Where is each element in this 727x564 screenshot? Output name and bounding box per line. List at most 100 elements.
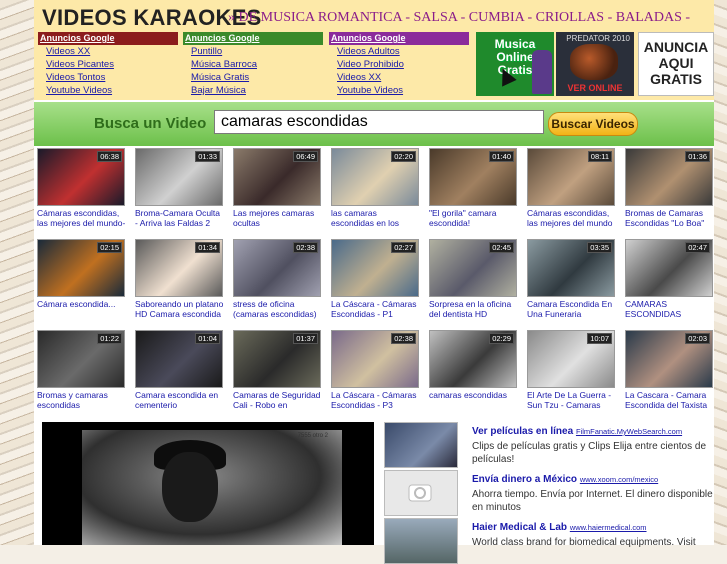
video-title[interactable]: Cámaras escondidas, las mejores del mund… <box>37 208 127 228</box>
ad-column-header[interactable]: Anuncios Google <box>38 32 178 45</box>
video-title[interactable]: Bromas de Camaras Escondidas "Lo Boa" <box>625 208 715 228</box>
video-thumbnail[interactable]: 02:20 <box>331 148 419 206</box>
video-title[interactable]: Camara escondida en cementerio <box>135 390 225 410</box>
video-thumbnail[interactable]: 02:29 <box>429 330 517 388</box>
video-item[interactable]: 02:38 La Cáscara - Cámaras Escondidas - P… <box>331 330 421 410</box>
ad-title-text[interactable]: Haier Medical & Lab <box>472 522 567 533</box>
video-item[interactable]: 01:04 Camara escondida en cementerio <box>135 330 225 410</box>
video-thumbnail[interactable]: 06:38 <box>37 148 125 206</box>
video-duration: 01:04 <box>195 333 220 344</box>
ad-column-header[interactable]: Anuncios Google <box>183 32 323 45</box>
ad-column-header[interactable]: Anuncios Google <box>329 32 469 45</box>
video-item[interactable]: 10:07 El Arte De La Guerra - Sun Tzu - Ca… <box>527 330 617 410</box>
ad-link[interactable]: Música Barroca <box>191 58 323 71</box>
singer-figure <box>532 50 552 94</box>
video-title[interactable]: Cámara escondida... <box>37 299 127 319</box>
video-item[interactable]: 06:38 Cámaras escondidas, las mejores del… <box>37 148 127 228</box>
video-item[interactable]: 02:27 La Cáscara - Cámaras Escondidas - P… <box>331 239 421 319</box>
ad-thumbnail[interactable] <box>384 518 458 564</box>
ad-url[interactable]: www.haiermedical.com <box>570 523 647 532</box>
video-thumbnail[interactable]: 01:33 <box>135 148 223 206</box>
ad-link[interactable]: Bajar Música <box>191 84 323 97</box>
video-title[interactable]: stress de oficina (camaras escondidas) <box>233 299 323 319</box>
ad-title[interactable]: Haier Medical & Lab www.haiermedical.com <box>472 522 647 533</box>
page-container: VIDEOS KARAOKES » DE MUSICA ROMANTICA - … <box>34 0 715 564</box>
video-title[interactable]: Camaras de Seguridad Cali - Robo en <box>233 390 323 410</box>
video-item[interactable]: 02:47 CAMARAS ESCONDIDAS CHINAS <box>625 239 715 319</box>
video-thumbnail[interactable]: 01:34 <box>135 239 223 297</box>
anuncia-banner[interactable]: ANUNCIA AQUI GRATIS <box>638 32 714 96</box>
video-title[interactable]: El Arte De La Guerra - Sun Tzu - Camaras <box>527 390 617 410</box>
search-button[interactable]: Buscar Videos <box>548 112 638 136</box>
video-item[interactable]: 01:37 Camaras de Seguridad Cali - Robo en <box>233 330 323 410</box>
ad-link[interactable]: Youtube Videos <box>337 84 469 97</box>
video-title[interactable]: "El gorila" camara escondida! <box>429 208 519 228</box>
video-title[interactable]: CAMARAS ESCONDIDAS CHINAS <box>625 299 715 319</box>
video-thumbnail[interactable]: 01:37 <box>233 330 321 388</box>
ad-link[interactable]: Puntillo <box>191 45 323 58</box>
video-title[interactable]: Cámaras escondidas, las mejores del mund… <box>527 208 617 228</box>
video-thumbnail[interactable]: 01:36 <box>625 148 713 206</box>
ad-title[interactable]: Ver películas en línea FilmFanatic.MyWeb… <box>472 426 682 437</box>
ad-link[interactable]: Video Prohibido <box>337 58 469 71</box>
video-title[interactable]: Broma-Camara Oculta - Arriva las Faldas … <box>135 208 225 228</box>
video-item[interactable]: 08:11 Cámaras escondidas, las mejores del… <box>527 148 617 228</box>
video-thumbnail[interactable]: 01:40 <box>429 148 517 206</box>
video-thumbnail[interactable]: 08:11 <box>527 148 615 206</box>
video-item[interactable]: 03:35 Camara Escondida En Una Funeraria <box>527 239 617 319</box>
video-duration: 02:15 <box>97 242 122 253</box>
ad-url[interactable]: www.xoom.com/mexico <box>580 475 658 484</box>
video-item[interactable]: 06:49 Las mejores camaras ocultas <box>233 148 323 228</box>
video-item[interactable]: 02:45 Sorpresa en la oficina del dentista… <box>429 239 519 319</box>
video-title[interactable]: La Cascara - Camara Escondida del Taxist… <box>625 390 715 410</box>
video-player[interactable]: 7555 otro 2 <box>42 422 374 545</box>
ad-title-text[interactable]: Envía dinero a México <box>472 474 577 485</box>
video-item[interactable]: 01:33 Broma-Camara Oculta - Arriva las Fa… <box>135 148 225 228</box>
ad-link[interactable]: Videos XX <box>46 45 178 58</box>
video-item[interactable]: 02:29 camaras escondidas <box>429 330 519 410</box>
video-thumbnail[interactable]: 10:07 <box>527 330 615 388</box>
video-title[interactable]: Bromas y camaras escondidas <box>37 390 127 410</box>
video-thumbnail[interactable]: 02:03 <box>625 330 713 388</box>
ad-link[interactable]: Música Gratis <box>191 71 323 84</box>
video-title[interactable]: Saboreando un platano HD Camara escondid… <box>135 299 225 319</box>
video-thumbnail[interactable]: 02:38 <box>331 330 419 388</box>
ad-link[interactable]: Videos XX <box>337 71 469 84</box>
video-thumbnail[interactable]: 06:49 <box>233 148 321 206</box>
video-item[interactable]: 02:38 stress de oficina (camaras escondid… <box>233 239 323 319</box>
ad-thumbnail[interactable] <box>384 470 458 516</box>
video-title[interactable]: Sorpresa en la oficina del dentista HD C… <box>429 299 519 319</box>
video-item[interactable]: 02:20 las camaras escondidas en los <box>331 148 421 228</box>
video-title[interactable]: las camaras escondidas en los <box>331 208 421 228</box>
video-thumbnail[interactable]: 02:15 <box>37 239 125 297</box>
ad-thumbnail[interactable] <box>384 422 458 468</box>
video-title[interactable]: La Cáscara - Cámaras Escondidas - P1 <box>331 299 421 319</box>
video-item[interactable]: 01:34 Saboreando un platano HD Camara esc… <box>135 239 225 319</box>
ad-title[interactable]: Envía dinero a México www.xoom.com/mexic… <box>472 474 658 485</box>
video-thumbnail[interactable]: 03:35 <box>527 239 615 297</box>
video-thumbnail[interactable]: 01:04 <box>135 330 223 388</box>
video-thumbnail[interactable]: 02:27 <box>331 239 419 297</box>
video-item[interactable]: 01:40 "El gorila" camara escondida! <box>429 148 519 228</box>
video-thumbnail[interactable]: 02:45 <box>429 239 517 297</box>
ad-url[interactable]: FilmFanatic.MyWebSearch.com <box>576 427 682 436</box>
predator-banner[interactable]: PREDATOR 2010 VER ONLINE <box>556 32 634 96</box>
ad-title-text[interactable]: Ver películas en línea <box>472 426 573 437</box>
video-thumbnail[interactable]: 01:22 <box>37 330 125 388</box>
video-item[interactable]: 01:22 Bromas y camaras escondidas <box>37 330 127 410</box>
video-thumbnail[interactable]: 02:38 <box>233 239 321 297</box>
video-title[interactable]: Camara Escondida En Una Funeraria <box>527 299 617 319</box>
video-title[interactable]: Las mejores camaras ocultas <box>233 208 323 228</box>
video-item[interactable]: 02:15 Cámara escondida... <box>37 239 127 319</box>
ad-link[interactable]: Videos Tontos <box>46 71 178 84</box>
ad-link[interactable]: Youtube Videos <box>46 84 178 97</box>
video-title[interactable]: camaras escondidas <box>429 390 519 410</box>
ad-link[interactable]: Videos Picantes <box>46 58 178 71</box>
video-item[interactable]: 02:03 La Cascara - Camara Escondida del T… <box>625 330 715 410</box>
musica-online-banner[interactable]: Musica Online Gratis <box>476 32 554 96</box>
video-thumbnail[interactable]: 02:47 <box>625 239 713 297</box>
search-input[interactable] <box>214 110 544 134</box>
video-item[interactable]: 01:36 Bromas de Camaras Escondidas "Lo Bo… <box>625 148 715 228</box>
video-title[interactable]: La Cáscara - Cámaras Escondidas - P3 <box>331 390 421 410</box>
ad-link[interactable]: Videos Adultos <box>337 45 469 58</box>
